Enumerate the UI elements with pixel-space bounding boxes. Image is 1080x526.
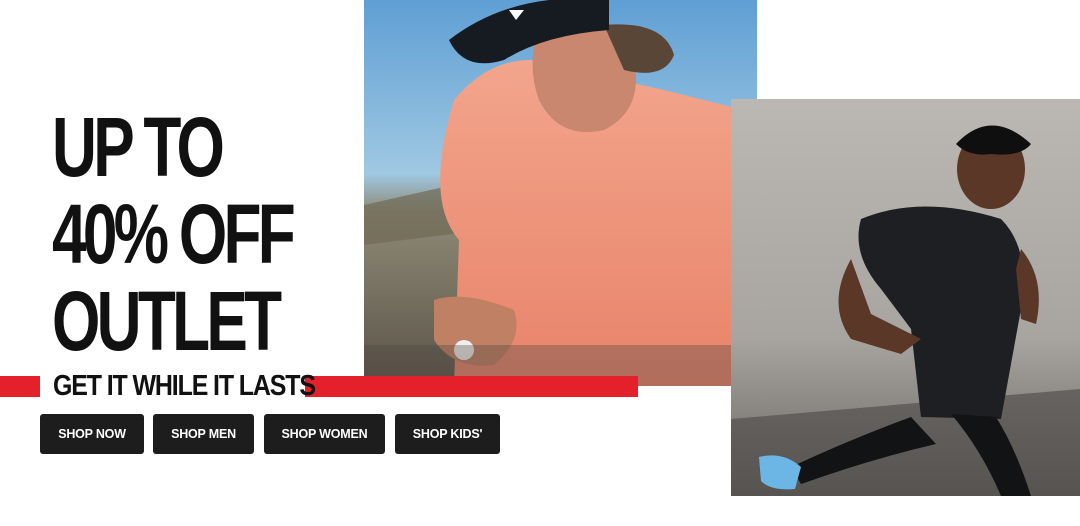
shop-kids-button[interactable]: SHOP KIDS' (395, 414, 500, 454)
headline-line-1: UP TO (52, 100, 225, 194)
shop-women-button[interactable]: SHOP WOMEN (264, 414, 385, 454)
headline-line-2: 40% OFF (52, 187, 296, 281)
accent-bar-left (0, 376, 40, 397)
accent-bar-right (305, 376, 638, 397)
shop-men-button[interactable]: SHOP MEN (153, 414, 254, 454)
man-runner-photo (731, 99, 1080, 496)
promo-subheadline: GET IT WHILE IT LASTS (53, 370, 316, 402)
headline-line-3: OUTLET (52, 274, 282, 368)
shop-now-button[interactable]: SHOP NOW (40, 414, 144, 454)
woman-runner-photo (364, 0, 757, 386)
promo-headline: UP TO 40% OFF OUTLET (52, 104, 296, 365)
